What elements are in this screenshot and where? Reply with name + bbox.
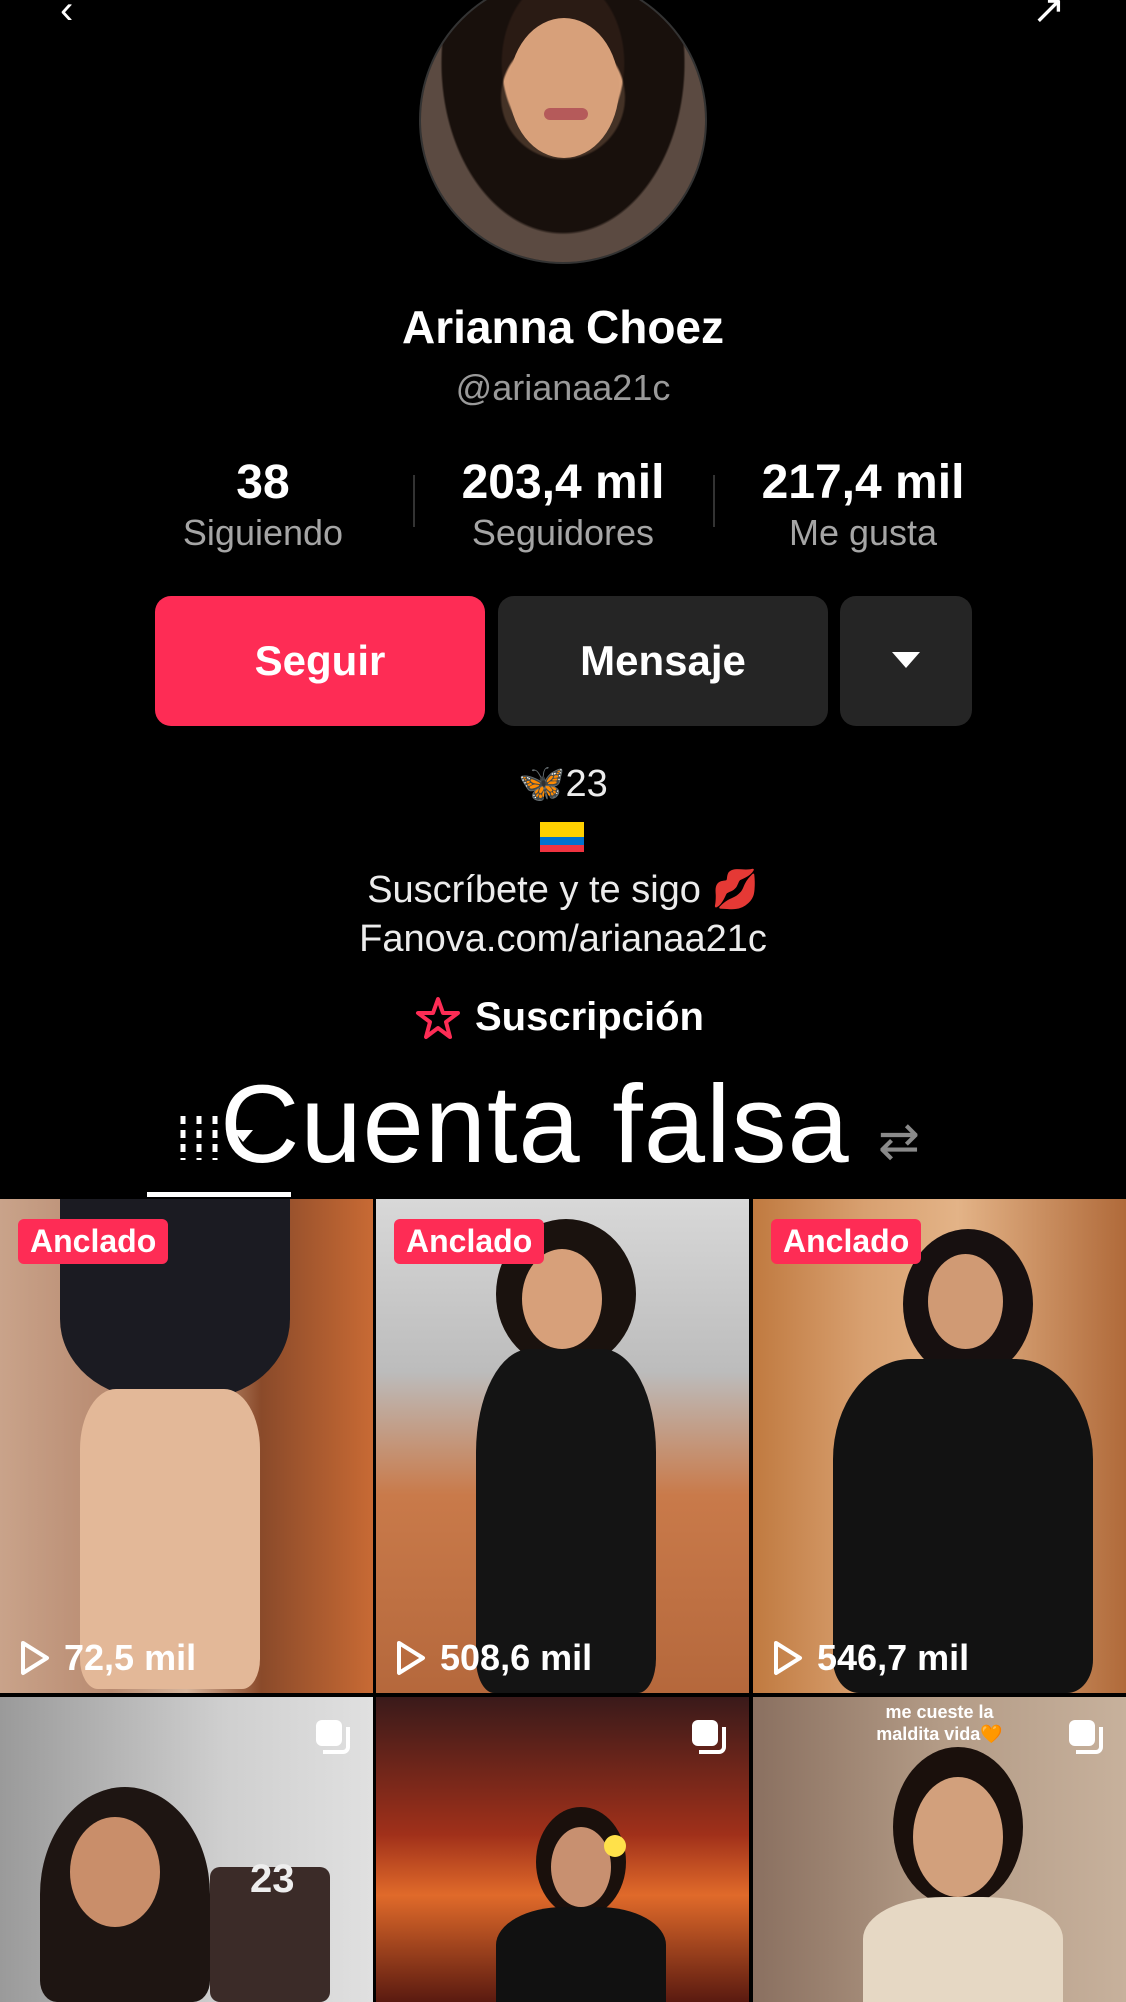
avatar [419, 0, 707, 264]
multi-photo-icon [1069, 1720, 1103, 1754]
message-button[interactable]: Mensaje [498, 596, 828, 726]
video-tile[interactable]: Anclado 508,6 mil [376, 1199, 749, 1693]
subscription-label: Suscripción [475, 995, 704, 1039]
stat-value: 217,4 mil [761, 456, 965, 509]
caret-down-icon [892, 652, 920, 668]
view-count-text: 72,5 mil [64, 1637, 197, 1678]
view-count-text: 546,7 mil [817, 1637, 970, 1678]
profile-name: Arianna Choez [401, 301, 725, 353]
overlay-text: Cuenta falsa [220, 1063, 850, 1186]
pinned-badge: Anclado [18, 1219, 169, 1264]
pinned-badge: Anclado [771, 1219, 922, 1264]
bio-text: Suscríbete y te sigo 💋 [367, 869, 759, 911]
play-icon [774, 1641, 802, 1675]
active-tab-indicator [147, 1192, 291, 1197]
reposts-tab[interactable]: ⇄ [878, 1112, 920, 1170]
pinned-badge: Anclado [394, 1219, 545, 1264]
video-tile[interactable]: me cueste la maldita vida🧡 [753, 1697, 1126, 2002]
stat-label: Me gusta [788, 512, 938, 553]
star-icon [416, 996, 460, 1039]
subscription-button[interactable]: Suscripción [415, 995, 704, 1040]
video-tile[interactable] [376, 1697, 749, 2002]
stat-followers[interactable]: 203,4 mil Seguidores [433, 455, 693, 554]
view-count-text: 508,6 mil [440, 1637, 593, 1678]
stat-label: Seguidores [471, 512, 655, 553]
repost-icon: ⇄ [878, 1113, 920, 1169]
stat-divider [413, 475, 415, 527]
stat-divider [713, 475, 715, 527]
view-count: 508,6 mil [396, 1637, 592, 1679]
play-icon [21, 1641, 49, 1675]
video-tile[interactable]: 23 [0, 1697, 373, 2002]
stat-value: 203,4 mil [461, 456, 665, 509]
view-count: 546,7 mil [773, 1637, 969, 1679]
multi-photo-icon [692, 1720, 726, 1754]
view-count: 72,5 mil [20, 1637, 196, 1679]
stat-likes[interactable]: 217,4 mil Me gusta [733, 455, 993, 554]
multi-photo-icon [316, 1720, 350, 1754]
bio-age: 🦋23 [518, 763, 608, 805]
more-button[interactable] [840, 596, 972, 726]
share-icon[interactable]: ↗ [1032, 0, 1066, 30]
bio-link[interactable]: Fanova.com/arianaa21c [0, 918, 1126, 961]
flower [604, 1835, 626, 1857]
follow-button[interactable]: Seguir [155, 596, 485, 726]
cake-number: 23 [250, 1857, 295, 1901]
back-icon[interactable]: ‹ [60, 0, 73, 30]
profile-handle: @arianaa21c [455, 367, 671, 408]
stat-following[interactable]: 38 Siguiendo [133, 455, 393, 554]
stat-value: 38 [236, 456, 290, 509]
stat-label: Siguiendo [182, 512, 344, 553]
play-icon [397, 1641, 425, 1675]
ecuador-flag-icon [540, 822, 584, 852]
video-tile[interactable]: Anclado 72,5 mil [0, 1199, 373, 1693]
video-tile[interactable]: Anclado 546,7 mil [753, 1199, 1126, 1693]
